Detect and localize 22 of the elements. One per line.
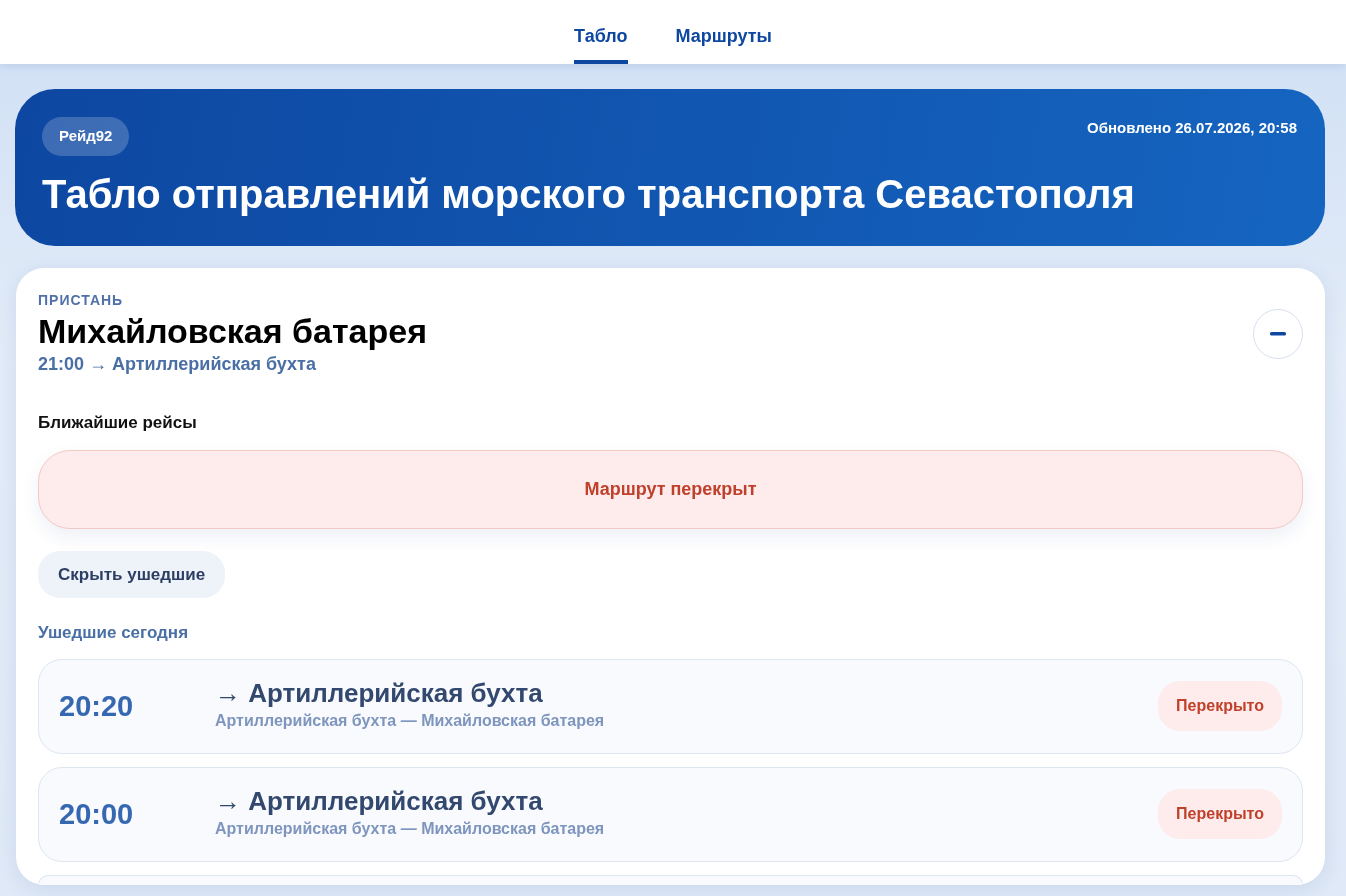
route-name: Артиллерийская бухта — Михайловская батарея: [215, 711, 606, 732]
departure-time: 20:00: [59, 796, 135, 832]
departure-time: 20:20: [59, 688, 135, 724]
destination: → Артиллерийская бухта: [215, 679, 544, 710]
status-badge: Перекрыто: [1158, 681, 1282, 732]
route-name: Артиллерийская бухта — Михайловская батарея: [215, 819, 606, 840]
page-title: Табло отправлений морского транспорта Севастополя: [42, 171, 1136, 216]
section-label: ПРИСТАНЬ: [38, 290, 125, 310]
status-badge: Перекрыто: [1158, 789, 1282, 840]
destination: → Артиллерийская бухта: [215, 787, 544, 818]
next-departure: 21:00 → Артиллерийская бухта: [38, 353, 317, 377]
section-heading: Ближайшие рейсы: [38, 412, 198, 435]
section-heading: Ушедшие сегодня: [38, 622, 190, 645]
hide-departed-button[interactable]: Скрыть ушедшие: [38, 550, 226, 599]
pier-name: Михайловская батарея: [38, 310, 428, 352]
minus-icon: [1270, 331, 1286, 336]
closed-notice: Маршрут перекрыт: [38, 449, 1303, 529]
nav-tab[interactable]: Маршруты: [675, 15, 772, 64]
collapse-button[interactable]: [1253, 308, 1303, 359]
nav-tab[interactable]: Табло: [574, 15, 628, 64]
updated-time: Обновлено 26.07.2026, 20:58: [1087, 118, 1297, 138]
brand-badge: Рейд92: [42, 117, 130, 156]
